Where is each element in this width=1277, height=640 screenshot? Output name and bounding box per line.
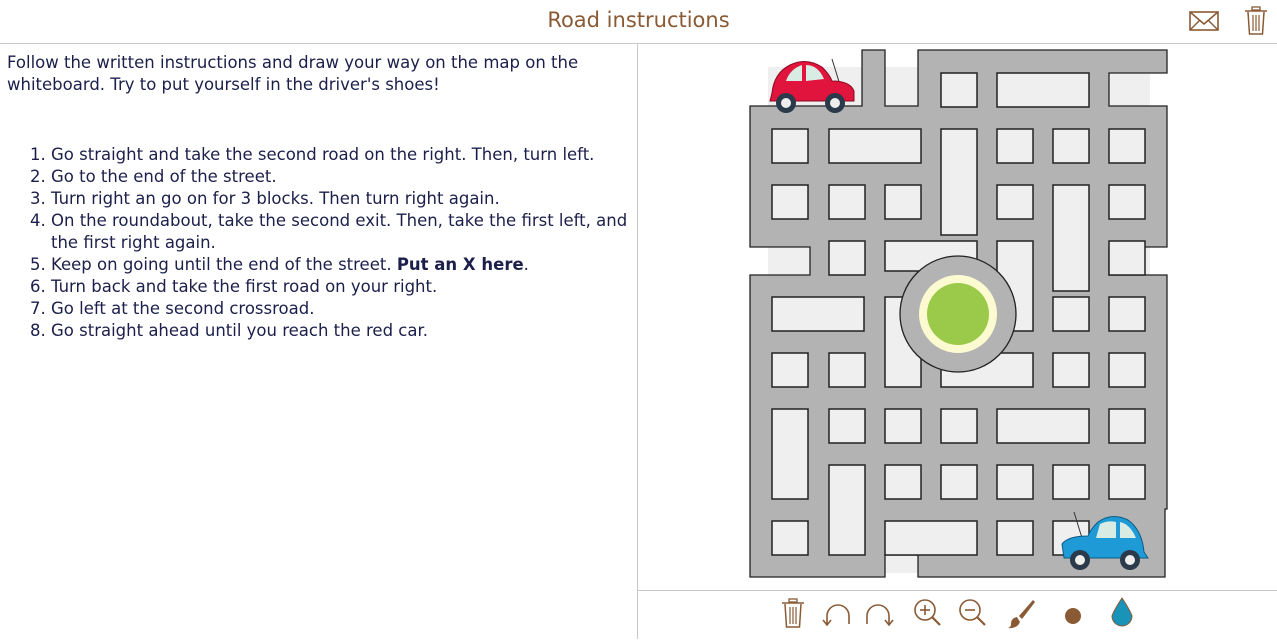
instruction-step: Keep on going until the end of the stree… (51, 254, 651, 276)
step-text: Go straight and take the second road on … (51, 145, 595, 164)
city-block (996, 72, 1090, 108)
city-block (1052, 352, 1090, 388)
instruction-step: Go left at the second crossroad. (51, 298, 651, 320)
header: Road instructions (0, 0, 1277, 44)
city-block (1108, 352, 1146, 388)
instructions-panel: Follow the written instructions and draw… (0, 44, 638, 639)
city-block (828, 408, 866, 444)
city-block (884, 464, 922, 500)
city-block (1108, 464, 1146, 500)
step-text: Go straight ahead until you reach the re… (51, 321, 428, 340)
city-block (940, 72, 978, 108)
city-block (940, 128, 978, 236)
city-block (1052, 464, 1090, 500)
instruction-step: Go straight ahead until you reach the re… (51, 320, 651, 342)
instruction-step: Turn right an go on for 3 blocks. Then t… (51, 188, 651, 210)
brush-icon[interactable] (1005, 596, 1037, 630)
city-block (1052, 128, 1090, 164)
color-drop-icon[interactable] (1106, 596, 1138, 630)
redo-icon[interactable] (863, 596, 895, 630)
instruction-steps: Go straight and take the second road on … (0, 144, 651, 342)
city-block (1052, 296, 1090, 332)
undo-icon[interactable] (821, 596, 853, 630)
city-block (996, 520, 1034, 556)
city-block (828, 184, 866, 220)
city-block (771, 296, 865, 332)
roundabout (899, 255, 1017, 373)
city-block (1108, 296, 1146, 332)
city-block (828, 128, 922, 164)
step-text: Keep on going until the end of the stree… (51, 255, 397, 274)
city-block (1108, 128, 1146, 164)
city-block (1108, 184, 1146, 220)
city-block (884, 520, 978, 556)
city-block (1108, 408, 1146, 444)
instruction-step: Go straight and take the second road on … (51, 144, 651, 166)
city-block (996, 184, 1034, 220)
brush-size-icon[interactable] (1057, 596, 1089, 630)
clear-icon[interactable] (777, 596, 809, 630)
page-title: Road instructions (547, 8, 730, 32)
instruction-step: Turn back and take the first road on you… (51, 276, 651, 298)
city-block (828, 464, 866, 556)
city-block (771, 408, 809, 500)
road-map[interactable] (638, 44, 1277, 590)
trash-icon[interactable] (1240, 6, 1272, 36)
zoom-out-icon[interactable] (957, 596, 989, 630)
step-text: Go to the end of the street. (51, 167, 277, 186)
city-block (1052, 184, 1090, 292)
step-text: Turn back and take the first road on you… (51, 277, 438, 296)
instruction-step: On the roundabout, take the second exit.… (51, 210, 651, 254)
city-block (940, 464, 978, 500)
city-block (884, 408, 922, 444)
drawing-toolbar (638, 590, 1277, 640)
city-block (771, 128, 809, 164)
city-block (771, 184, 809, 220)
city-block (996, 464, 1034, 500)
zoom-in-icon[interactable] (912, 596, 944, 630)
city-block (771, 520, 809, 556)
city-block (828, 352, 866, 388)
city-block (940, 408, 978, 444)
step-emphasis: Put an X here (396, 255, 524, 274)
city-block (996, 128, 1034, 164)
city-block (884, 184, 922, 220)
step-text: On the roundabout, take the second exit.… (51, 211, 628, 252)
mail-icon[interactable] (1188, 6, 1220, 36)
city-block (1108, 240, 1146, 276)
whiteboard[interactable] (638, 44, 1277, 639)
step-text: Go left at the second crossroad. (51, 299, 315, 318)
roundabout-center (927, 283, 989, 345)
city-block (828, 240, 866, 276)
instruction-step: Go to the end of the street. (51, 166, 651, 188)
instructions-intro: Follow the written instructions and draw… (7, 53, 579, 94)
step-text: Turn right an go on for 3 blocks. Then t… (51, 189, 500, 208)
city-block (996, 408, 1090, 444)
city-block (771, 352, 809, 388)
